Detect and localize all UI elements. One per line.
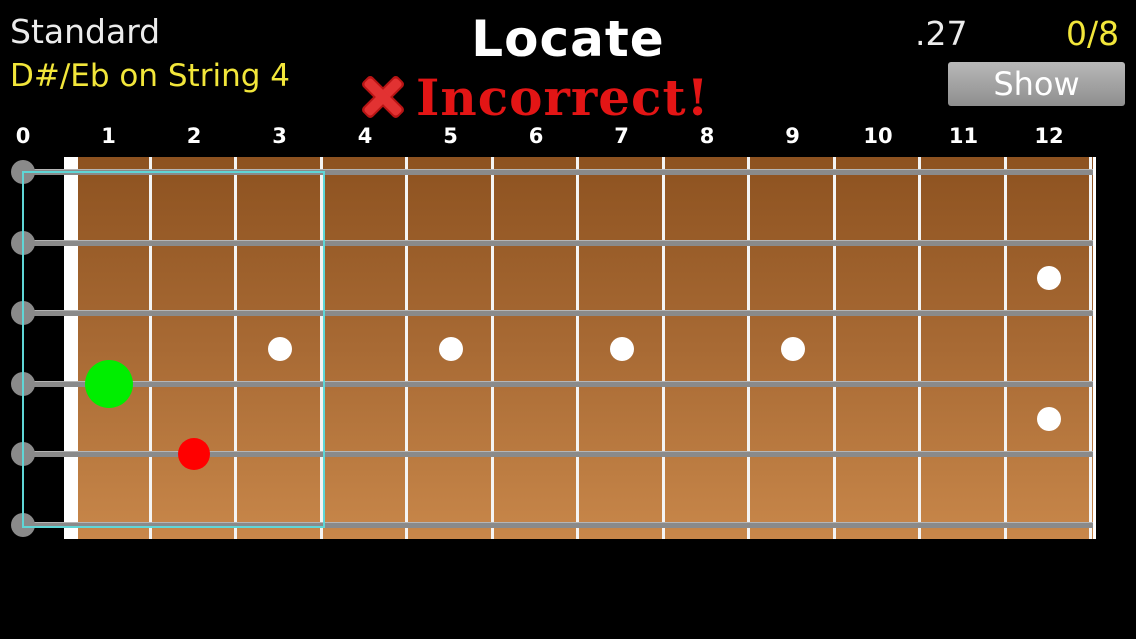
fret-wire-10	[918, 157, 921, 539]
fret-number-2: 2	[186, 124, 202, 148]
fret-wire-12	[1089, 157, 1092, 539]
fret-number-9: 9	[785, 124, 800, 148]
fret-number-6: 6	[528, 124, 544, 148]
fret-number-8: 8	[699, 124, 715, 148]
fret-number-7: 7	[614, 124, 629, 148]
fretboard-edge	[1093, 157, 1096, 539]
inlay-dot-fret-5	[438, 336, 463, 361]
fret-number-4: 4	[357, 124, 373, 148]
fret-number-10: 10	[863, 124, 893, 148]
inlay-dot-fret-9	[780, 336, 805, 361]
score-counter: 0/8	[1066, 14, 1120, 53]
fret-wire-5	[490, 157, 494, 539]
timer: .27	[915, 14, 968, 53]
fret-number-12: 12	[1034, 124, 1064, 148]
fret-range-highlight	[22, 171, 325, 528]
result-indicator: Incorrect!	[356, 66, 710, 128]
inlay-dot-fret-7	[609, 336, 634, 361]
correct-position-dot	[84, 359, 133, 408]
fret-wire-7	[661, 157, 665, 539]
fret-number-0: 0	[15, 124, 31, 148]
red-x-icon	[356, 70, 410, 124]
fret-wire-11	[1003, 157, 1007, 539]
fret-wire-6	[576, 157, 579, 539]
fret-number-5: 5	[443, 124, 458, 148]
fret-number-3: 3	[272, 124, 287, 148]
fret-wire-4	[405, 157, 408, 539]
result-text: Incorrect!	[416, 67, 710, 127]
fret-wire-8	[747, 157, 750, 539]
fret-number-1: 1	[101, 124, 116, 148]
show-button[interactable]: Show	[948, 62, 1125, 106]
fret-number-11: 11	[948, 124, 979, 148]
inlay-dot-fret-12	[1037, 265, 1061, 290]
inlay-dot-fret-12	[1037, 407, 1061, 432]
fret-wire-9	[832, 157, 836, 539]
